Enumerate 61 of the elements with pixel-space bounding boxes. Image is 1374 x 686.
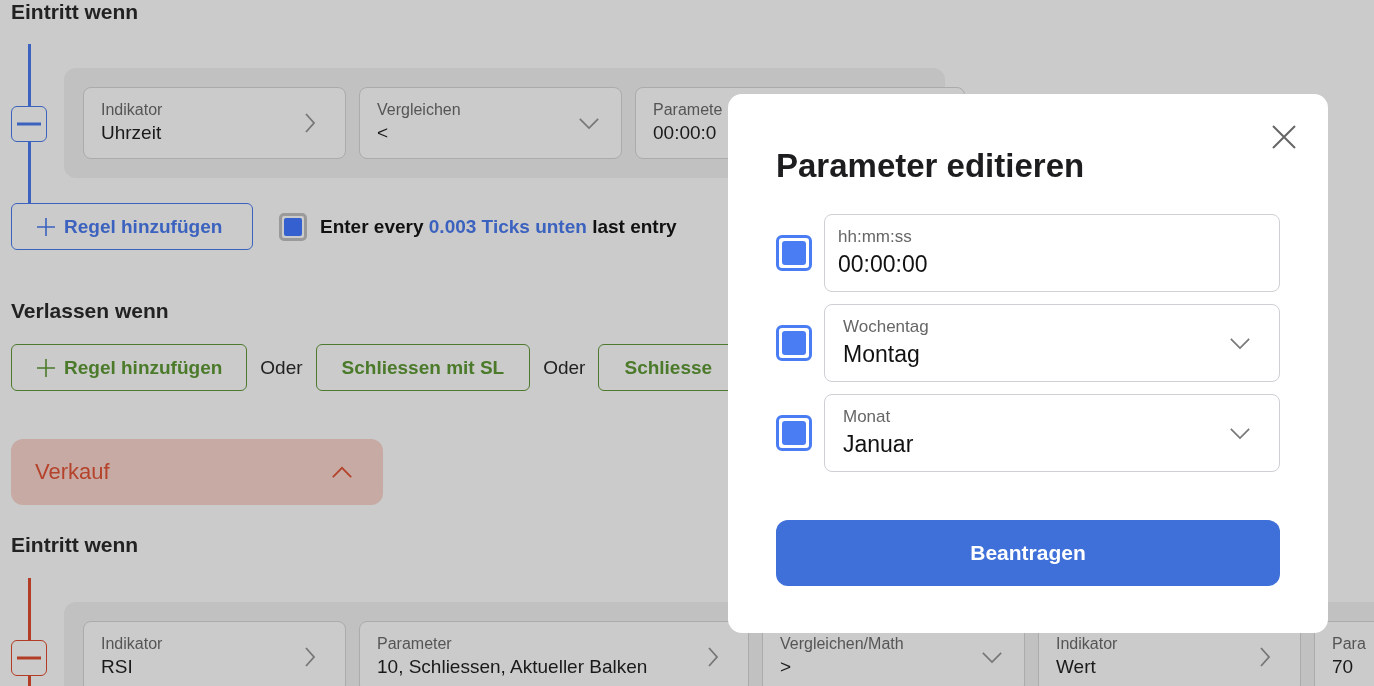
field-value: 70 [1332, 655, 1355, 679]
field-label: Vergleichen/Math [780, 634, 904, 654]
field-label: Parameter [377, 634, 453, 654]
chevron-right-icon [1259, 646, 1271, 668]
field-value: > [780, 655, 793, 679]
add-rule-button[interactable]: Regel hinzufügen [11, 203, 253, 250]
condition-field[interactable]: Indikator RSI [83, 621, 346, 686]
field-label: Wochentag [843, 316, 929, 338]
dialog-title: Parameter editieren [776, 146, 1086, 186]
chevron-down-icon [578, 116, 600, 130]
repeat-entry-text: Enter every 0.003 Ticks unten last entry [320, 215, 677, 238]
field-label: Indikator [101, 634, 163, 654]
field-value: Montag [843, 340, 921, 369]
checkbox[interactable] [279, 212, 307, 241]
chevron-down-icon [1229, 426, 1251, 440]
chevron-right-icon [304, 646, 316, 668]
dropdown-field[interactable]: Monat Januar [824, 394, 1280, 472]
field-value: < [377, 121, 390, 145]
condition-field[interactable]: Vergleichen < [359, 87, 622, 159]
section-heading: Eintritt wenn [11, 533, 139, 557]
field-value: 00:00:00 [838, 250, 928, 279]
plus-icon [36, 357, 56, 378]
condition-field[interactable]: Parameter 10, Schliessen, Aktueller Balken [359, 621, 749, 686]
plus-icon [36, 216, 56, 237]
minus-icon [17, 655, 41, 660]
input-field[interactable]: hh:mm:ss 00:00:00 [824, 214, 1280, 292]
field-value: Januar [843, 430, 914, 459]
close-button[interactable] [1272, 124, 1298, 150]
or-label: Oder [260, 356, 303, 379]
field-label: Vergleichen [377, 100, 461, 120]
condition-field[interactable]: Indikator Uhrzeit [83, 87, 346, 159]
checkbox[interactable] [776, 325, 812, 361]
field-value: 10, Schliessen, Aktueller Balken [377, 655, 648, 679]
close-icon [1272, 125, 1296, 149]
remove-rule-button[interactable] [11, 105, 47, 142]
minus-icon [17, 121, 41, 126]
remove-rule-button[interactable] [11, 639, 47, 676]
section-heading: Verlassen wenn [11, 299, 169, 323]
ticks-link[interactable]: 0.003 Ticks unten [428, 215, 587, 237]
field-label: hh:mm:ss [838, 226, 913, 248]
field-label: Indikator [101, 100, 163, 120]
field-label: Indikator [1056, 634, 1118, 654]
chevron-up-icon [331, 465, 353, 479]
or-label: Oder [543, 356, 586, 379]
field-label: Paramete [653, 100, 723, 120]
field-value: Wert [1056, 655, 1097, 679]
chevron-down-icon [981, 650, 1003, 664]
checkbox[interactable] [776, 415, 812, 451]
field-value: 00:00:0 [653, 121, 718, 145]
chevron-down-icon [1229, 336, 1251, 350]
field-label: Para [1332, 634, 1366, 654]
field-value: RSI [101, 655, 134, 679]
condition-field[interactable]: Para 70 [1314, 621, 1374, 686]
section-heading: Eintritt wenn [11, 0, 139, 24]
field-label: Monat [843, 406, 892, 428]
field-value: Uhrzeit [101, 121, 163, 145]
chevron-right-icon [304, 112, 316, 134]
submit-button[interactable]: Beantragen [776, 520, 1280, 586]
chevron-right-icon [707, 646, 719, 668]
checkbox[interactable] [776, 235, 812, 271]
dropdown-field[interactable]: Wochentag Montag [824, 304, 1280, 382]
